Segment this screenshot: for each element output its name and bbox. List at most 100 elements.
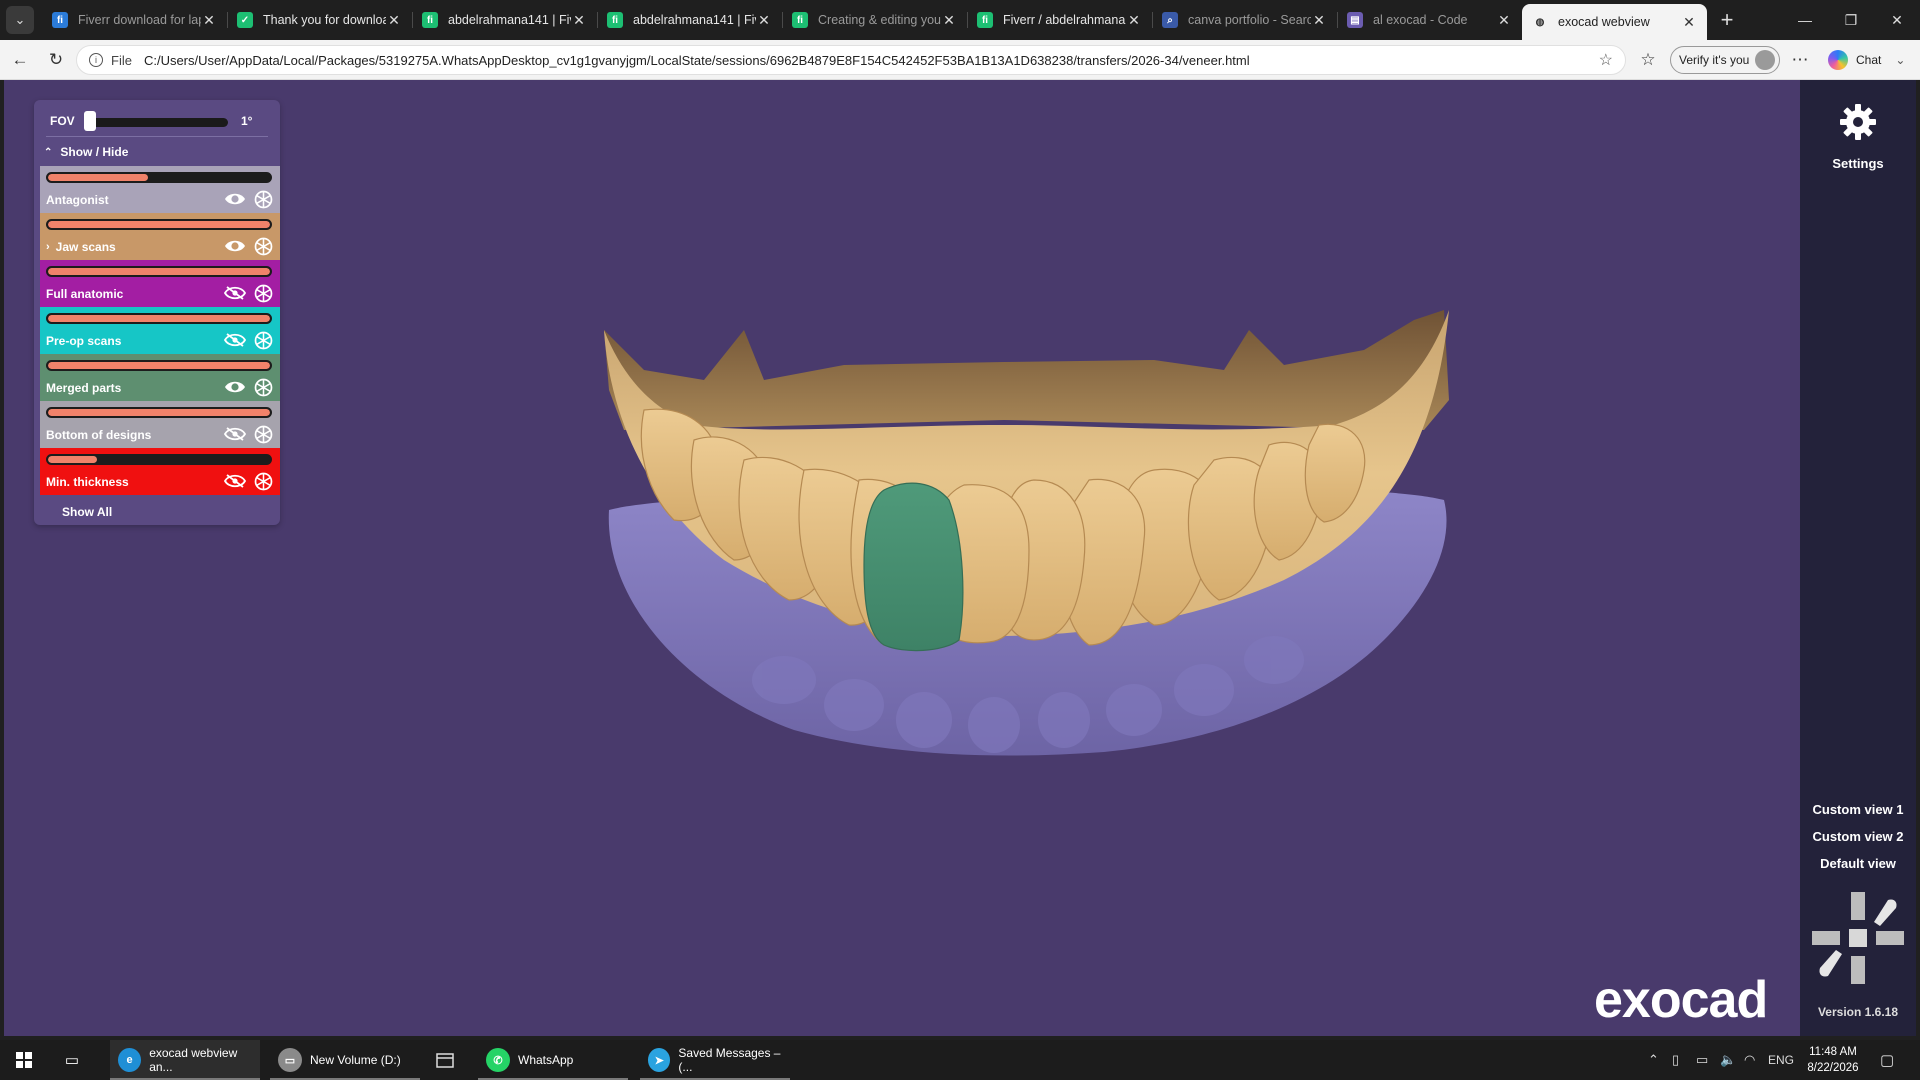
group-row[interactable]: Min. thickness — [40, 448, 280, 495]
back-icon[interactable]: ← — [8, 48, 32, 72]
taskbar-app[interactable]: e exocad webview an... — [110, 1040, 260, 1080]
custom-view-2-button[interactable]: Custom view 2 — [1800, 829, 1916, 844]
clipping-icon[interactable] — [254, 284, 273, 303]
close-tab-icon[interactable]: ✕ — [201, 12, 217, 29]
settings-label[interactable]: Settings — [1800, 156, 1916, 171]
taskbar-app[interactable]: ➤ Saved Messages – (... — [640, 1040, 790, 1080]
group-row[interactable]: Pre-op scans — [40, 307, 280, 354]
show-hide-toggle[interactable]: ⌃ Show / Hide — [44, 145, 128, 159]
close-tab-icon[interactable]: ✕ — [941, 12, 957, 29]
start-button[interactable] — [10, 1040, 38, 1080]
browser-tab[interactable]: fi Fiverr download for lapt ✕ — [42, 4, 227, 36]
language-indicator[interactable]: ENG — [1768, 1040, 1794, 1080]
opacity-slider[interactable] — [46, 172, 272, 183]
copilot-chat-button[interactable]: Chat ⌄ — [1828, 50, 1905, 70]
opacity-slider[interactable] — [46, 313, 272, 324]
taskbar-app[interactable]: ✆ WhatsApp — [478, 1040, 628, 1080]
task-view-icon[interactable]: ▭ — [58, 1040, 86, 1080]
view-cube-icon[interactable] — [1808, 888, 1908, 988]
eye-icon[interactable] — [224, 238, 246, 254]
group-row[interactable]: Antagonist — [40, 166, 280, 213]
opacity-slider[interactable] — [46, 454, 272, 465]
show-all-button[interactable]: Show All — [62, 505, 112, 519]
browser-tab[interactable]: fi abdelrahmana141 | Fiver✕ — [412, 4, 597, 36]
close-tab-icon[interactable]: ✕ — [1496, 12, 1512, 29]
opacity-slider[interactable] — [46, 266, 272, 277]
browser-tab[interactable]: ▤ al exocad - Code ✕ — [1337, 4, 1522, 36]
default-view-button[interactable]: Default view — [1800, 856, 1916, 871]
fov-slider-track[interactable] — [86, 118, 228, 127]
notifications-icon[interactable]: ▢ — [1880, 1040, 1894, 1080]
eye-off-icon[interactable] — [223, 473, 247, 489]
eye-off-icon[interactable] — [223, 332, 247, 348]
more-menu-icon[interactable]: ⋯ — [1788, 48, 1812, 72]
group-row[interactable]: › Jaw scans — [40, 213, 280, 260]
battery-icon[interactable]: ▭ — [1696, 1040, 1708, 1080]
browser-tab[interactable]: ◍ exocad webview ✕ — [1522, 4, 1707, 40]
chevron-down-icon[interactable]: ⌄ — [1895, 53, 1905, 67]
film-editor-icon[interactable] — [430, 1040, 460, 1080]
close-tab-icon[interactable]: ✕ — [1126, 12, 1142, 29]
reload-icon[interactable]: ↻ — [44, 48, 68, 72]
browser-tab[interactable]: fi Creating & editing your ✕ — [782, 4, 967, 36]
group-label: Pre-op scans — [46, 334, 121, 348]
opacity-slider[interactable] — [46, 219, 272, 230]
tab-actions-button[interactable]: ⌄ — [6, 6, 34, 34]
close-tab-icon[interactable]: ✕ — [756, 12, 772, 29]
show-hide-label: Show / Hide — [60, 145, 129, 159]
volume-icon[interactable]: 🔈 — [1720, 1040, 1736, 1080]
fov-slider-thumb[interactable] — [84, 111, 96, 131]
favorites-icon[interactable]: ☆ — [1636, 48, 1660, 72]
clipping-icon[interactable] — [254, 190, 273, 209]
settings-gear-icon[interactable] — [1838, 102, 1878, 142]
clipping-icon[interactable] — [254, 425, 273, 444]
close-tab-icon[interactable]: ✕ — [386, 12, 402, 29]
tab-title: canva portfolio - Search — [1188, 13, 1311, 27]
eye-off-icon[interactable] — [223, 426, 247, 442]
tab-title: Fiverr download for lapt — [78, 13, 201, 27]
exocad-logo: exocad — [1594, 971, 1768, 1029]
opacity-slider[interactable] — [46, 360, 272, 371]
info-icon[interactable]: i — [89, 53, 103, 67]
show-hidden-icons[interactable]: ⌃ — [1648, 1040, 1659, 1080]
whatsapp-icon: ✆ — [486, 1048, 510, 1072]
verify-profile-button[interactable]: Verify it's you — [1670, 46, 1780, 74]
wifi-icon[interactable]: ◠ — [1744, 1040, 1755, 1080]
fov-control: FOV 1° — [34, 108, 280, 134]
clipping-icon[interactable] — [254, 472, 273, 491]
taskbar: ▭ e exocad webview an... ▭ New Volume (D:) ✆… — [0, 1040, 1920, 1080]
eye-icon[interactable] — [224, 191, 246, 207]
address-bar[interactable]: i File C:/Users/User/AppData/Local/Packa… — [76, 45, 1626, 75]
eye-off-icon[interactable] — [223, 285, 247, 301]
group-row[interactable]: Merged parts — [40, 354, 280, 401]
clipping-icon[interactable] — [254, 378, 273, 397]
clipping-icon[interactable] — [254, 237, 273, 256]
close-tab-icon[interactable]: ✕ — [1681, 14, 1697, 31]
group-row[interactable]: Bottom of designs — [40, 401, 280, 448]
group-row[interactable]: Full anatomic — [40, 260, 280, 307]
right-sidebar: Settings Custom view 1 Custom view 2 Def… — [1800, 80, 1916, 1036]
new-tab-button[interactable]: + — [1711, 4, 1743, 36]
close-tab-icon[interactable]: ✕ — [1311, 12, 1327, 29]
taskbar-app[interactable]: ▭ New Volume (D:) — [270, 1040, 420, 1080]
clock[interactable]: 11:48 AM 8/22/2026 — [1802, 1044, 1864, 1076]
custom-view-1-button[interactable]: Custom view 1 — [1800, 802, 1916, 817]
browser-tab[interactable]: fi Fiverr / abdelrahmana14 ✕ — [967, 4, 1152, 36]
chevron-right-icon[interactable]: › — [46, 241, 50, 253]
windows-icon — [16, 1052, 32, 1068]
restore-button[interactable]: ❐ — [1828, 0, 1874, 40]
url-text[interactable]: C:/Users/User/AppData/Local/Packages/531… — [144, 53, 1599, 68]
minimize-button[interactable]: — — [1782, 0, 1828, 40]
browser-tab[interactable]: ⌕ canva portfolio - Search ✕ — [1152, 4, 1337, 36]
close-tab-icon[interactable]: ✕ — [571, 12, 587, 29]
3d-viewport[interactable]: FOV 1° ⌃ Show / Hide Antagonist › Jaw scan… — [4, 80, 1916, 1036]
favorite-star-icon[interactable]: ☆ — [1599, 50, 1613, 70]
browser-tab[interactable]: ✓ Thank you for download ✕ — [227, 4, 412, 36]
eye-icon[interactable] — [224, 379, 246, 395]
device-icon[interactable]: ▯ — [1672, 1040, 1679, 1080]
browser-tab[interactable]: fi abdelrahmana141 | Fiver✕ — [597, 4, 782, 36]
opacity-slider[interactable] — [46, 407, 272, 418]
close-window-button[interactable]: ✕ — [1874, 0, 1920, 40]
fiverr-icon: fi — [52, 12, 68, 28]
clipping-icon[interactable] — [254, 331, 273, 350]
